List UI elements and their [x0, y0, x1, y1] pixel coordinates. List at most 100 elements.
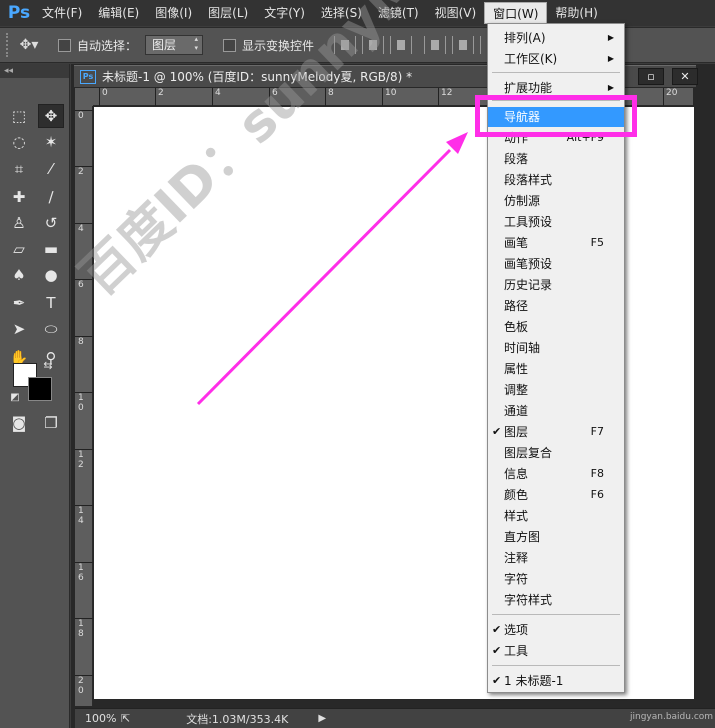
menu-item-timeline[interactable]: 时间轴: [488, 338, 624, 358]
status-menu-arrow-icon[interactable]: ▶: [318, 713, 326, 724]
align-vcenter-icon[interactable]: [362, 36, 385, 54]
menu-item-shortcut: F7: [590, 425, 604, 438]
menu-item-label: 选项: [504, 623, 529, 637]
menu-item-label: 排列(A): [504, 31, 546, 45]
menu-item-paragraph[interactable]: 段落: [488, 149, 624, 169]
submenu-arrow-icon: ▶: [607, 33, 614, 42]
brush-tool-icon[interactable]: ∕: [38, 185, 64, 209]
menu-item-color[interactable]: 颜色 F6: [488, 485, 624, 505]
ruler-v-label: 0: [75, 110, 93, 121]
document-ps-icon: Ps: [80, 69, 96, 84]
align-top-icon[interactable]: [334, 36, 357, 54]
pen-tool-icon[interactable]: ✒: [6, 291, 32, 315]
menu-item-options[interactable]: ✔ 选项: [488, 620, 624, 640]
checkmark-icon: ✔: [492, 674, 502, 687]
menu-item-label: 图层复合: [504, 446, 553, 460]
ruler-h-label: 2: [155, 88, 164, 106]
align-hcenter-icon[interactable]: [452, 36, 475, 54]
show-transform-checkbox[interactable]: [223, 38, 237, 52]
menu-item-layer-comps[interactable]: 图层复合: [488, 443, 624, 463]
layer-select-dropdown[interactable]: 图层: [145, 35, 204, 55]
close-window-icon[interactable]: ✕: [672, 68, 698, 85]
tools-panel-collapse-icon[interactable]: ◂◂: [0, 64, 69, 78]
menu-item-info[interactable]: 信息 F8: [488, 464, 624, 484]
menu-select[interactable]: 选择(S): [313, 2, 370, 24]
menu-type[interactable]: 文字(Y): [256, 2, 313, 24]
show-transform-label: 显示变换控件: [242, 38, 315, 53]
menu-item-label: 信息: [504, 467, 529, 481]
maximize-window-icon[interactable]: ▫: [638, 68, 664, 85]
menu-item-label: 画笔预设: [504, 257, 553, 271]
menu-item-label: 属性: [504, 362, 529, 376]
menu-item-history[interactable]: 历史记录: [488, 275, 624, 295]
menu-item-paths[interactable]: 路径: [488, 296, 624, 316]
gradient-tool-icon[interactable]: ▬: [38, 237, 64, 261]
align-left-icon[interactable]: [424, 36, 447, 54]
menu-item-label: 字符: [504, 572, 529, 586]
ellipse-tool-icon[interactable]: ⬭: [38, 317, 64, 341]
menu-filter[interactable]: 滤镜(T): [370, 2, 427, 24]
eraser-tool-icon[interactable]: ▱: [6, 237, 32, 261]
menu-item-properties[interactable]: 属性: [488, 359, 624, 379]
menu-item-swatches[interactable]: 色板: [488, 317, 624, 337]
menu-item-brush-presets[interactable]: 画笔预设: [488, 254, 624, 274]
eyedropper-tool-icon[interactable]: ⁄: [38, 157, 64, 181]
menu-item-workspace[interactable]: 工作区(K) ▶: [488, 49, 624, 69]
healing-brush-tool-icon[interactable]: ✚: [6, 185, 32, 209]
menu-item-histogram[interactable]: 直方图: [488, 527, 624, 547]
export-icon[interactable]: ⇱: [121, 712, 130, 725]
menu-layer[interactable]: 图层(L): [200, 2, 256, 24]
menu-view[interactable]: 视图(V): [427, 2, 485, 24]
menu-item-channels[interactable]: 通道: [488, 401, 624, 421]
move-tool-preset-icon[interactable]: ✥▾: [12, 33, 46, 57]
path-selection-tool-icon[interactable]: ➤: [6, 317, 32, 341]
menu-item-arrange[interactable]: 排列(A) ▶: [488, 28, 624, 48]
menu-item-character-styles[interactable]: 字符样式: [488, 590, 624, 610]
history-brush-tool-icon[interactable]: ↺: [38, 211, 64, 235]
swap-colors-icon[interactable]: ⇆: [40, 358, 56, 372]
menu-help[interactable]: 帮助(H): [547, 2, 605, 24]
ruler-h-label: 6: [269, 88, 278, 106]
menu-item-brush[interactable]: 画笔 F5: [488, 233, 624, 253]
menu-edit[interactable]: 编辑(E): [90, 2, 147, 24]
menu-item-adjustments[interactable]: 调整: [488, 380, 624, 400]
zoom-level[interactable]: 100%: [75, 712, 116, 725]
background-color-swatch[interactable]: [28, 377, 52, 401]
menu-item-paragraph-styles[interactable]: 段落样式: [488, 170, 624, 190]
dodge-tool-icon[interactable]: ●: [38, 263, 64, 287]
menu-item-character[interactable]: 字符: [488, 569, 624, 589]
menu-image[interactable]: 图像(I): [147, 2, 200, 24]
menu-item-label: 工具: [504, 644, 529, 658]
menu-file[interactable]: 文件(F): [34, 2, 90, 24]
menu-item-label: 历史记录: [504, 278, 553, 292]
magic-wand-tool-icon[interactable]: ✶: [38, 130, 64, 154]
ruler-v-label: 2: [75, 166, 93, 177]
move-tool-icon[interactable]: ✥: [38, 104, 64, 128]
ruler-corner[interactable]: [75, 88, 93, 106]
align-bottom-icon[interactable]: [390, 36, 413, 54]
menu-item-label: 画笔: [504, 236, 529, 250]
screen-mode-icon[interactable]: ❐: [38, 411, 64, 435]
menu-window[interactable]: 窗口(W): [484, 2, 548, 24]
menu-item-styles[interactable]: 样式: [488, 506, 624, 526]
menu-item-label: 路径: [504, 299, 529, 313]
menu-item-tools[interactable]: ✔ 工具: [488, 641, 624, 661]
ruler-v-label: 8: [75, 336, 93, 347]
default-colors-icon[interactable]: ◩: [8, 390, 22, 404]
type-tool-icon[interactable]: T: [38, 291, 64, 315]
marquee-tool-icon[interactable]: ⬚: [6, 104, 32, 128]
auto-select-checkbox[interactable]: [58, 38, 71, 52]
vertical-ruler[interactable]: 0 2 4 6 8 1 0 1 2 1 4 1 6 1 8 2 0: [75, 106, 93, 706]
menu-item-notes[interactable]: 注释: [488, 548, 624, 568]
clone-stamp-tool-icon[interactable]: ♙: [6, 211, 32, 235]
ruler-h-label: 20: [663, 88, 677, 106]
menu-item-tool-presets[interactable]: 工具预设: [488, 212, 624, 232]
blur-tool-icon[interactable]: ♠: [6, 263, 32, 287]
menu-item-layers[interactable]: ✔ 图层 F7: [488, 422, 624, 442]
menu-item-clone-source[interactable]: 仿制源: [488, 191, 624, 211]
lasso-tool-icon[interactable]: ◌: [6, 130, 32, 154]
crop-tool-icon[interactable]: ⌗: [6, 157, 32, 181]
menu-item-open-document[interactable]: ✔ 1 未标题-1: [488, 671, 624, 691]
menu-item-label: 段落样式: [504, 173, 553, 187]
quick-mask-icon[interactable]: ◙: [6, 411, 32, 435]
